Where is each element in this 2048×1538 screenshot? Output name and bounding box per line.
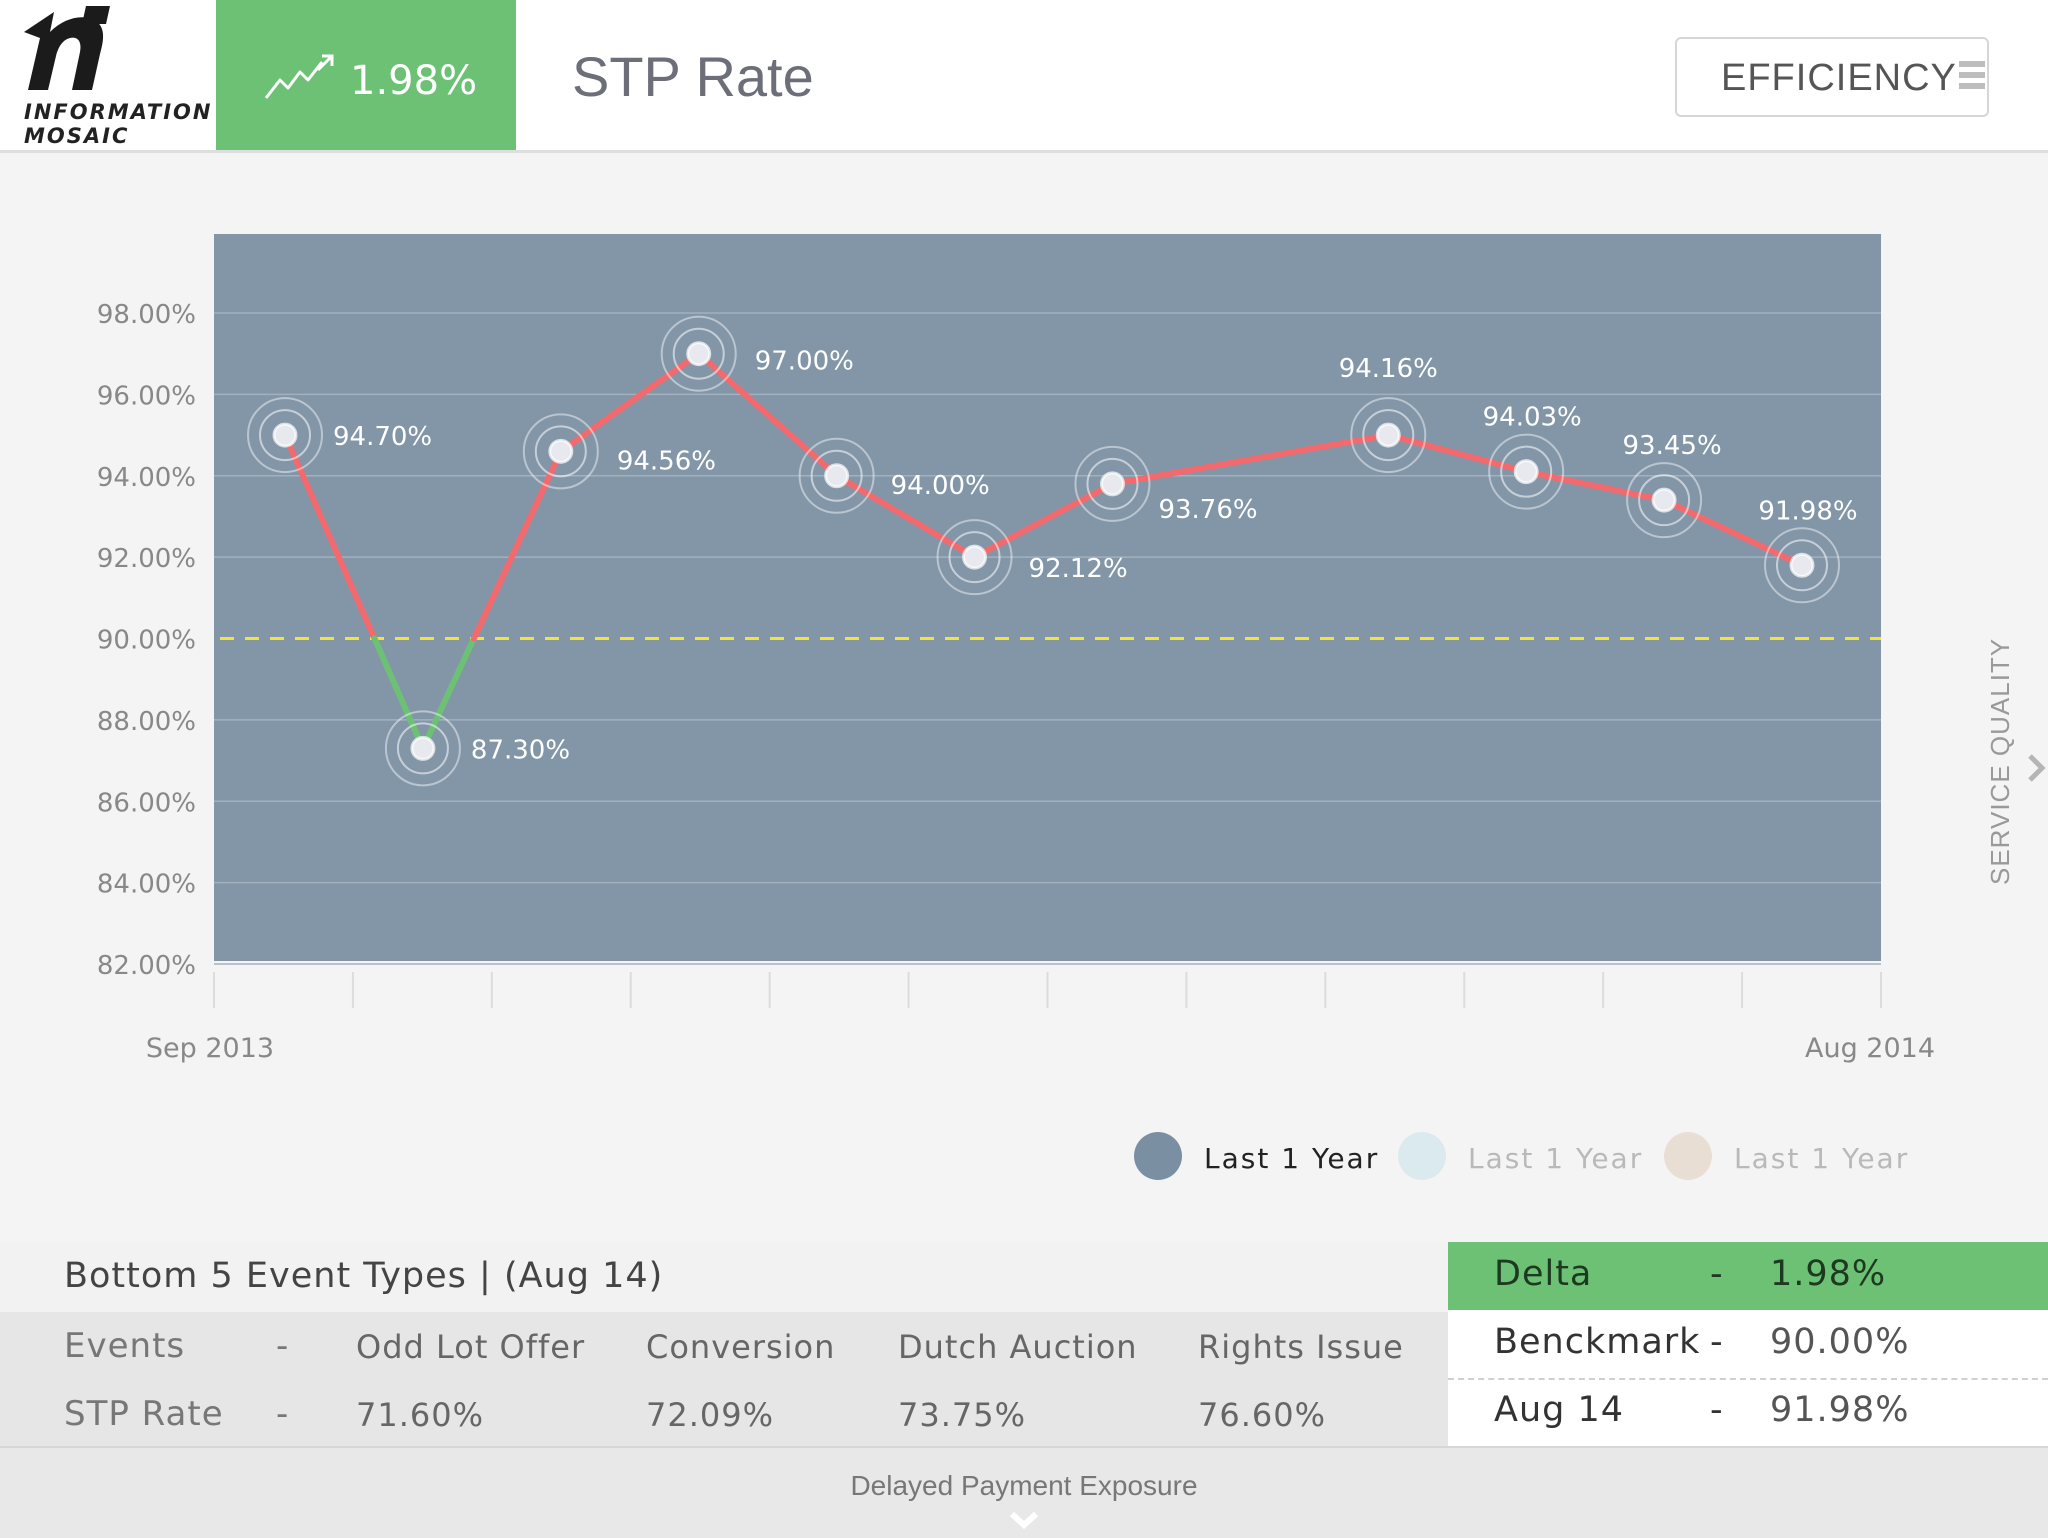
event-rate: 76.60% (1198, 1396, 1327, 1434)
side-nav-service-quality[interactable]: SERVICE QUALITY (1985, 638, 2016, 885)
summary-delta-value: 1.98% (1770, 1254, 1887, 1294)
y-tick-label: 86.00% (97, 788, 196, 818)
summary-current-dash: - (1710, 1390, 1723, 1430)
summary-benchmark-value: 90.00% (1770, 1322, 1910, 1362)
y-tick-label: 98.00% (97, 300, 196, 330)
data-label: 93.45% (1623, 431, 1722, 461)
data-point (962, 544, 988, 570)
stp-row-label: STP Rate (64, 1394, 224, 1434)
bottom-5-table: Events - Odd Lot Offer Conversion Dutch … (0, 1312, 1448, 1446)
chevron-down-icon[interactable] (1008, 1510, 1040, 1530)
summary-current-row: Aug 14 - 91.98% (1448, 1378, 2048, 1446)
trend-up-icon (264, 54, 334, 99)
brand-logo[interactable]: INFORMATION MOSAIC (0, 0, 216, 150)
bottom-5-title-row: Bottom 5 Event Types | (Aug 14) (0, 1242, 1448, 1312)
legend-label: Last 1 Year (1204, 1142, 1380, 1175)
event-name: Dutch Auction (898, 1328, 1138, 1366)
data-point (686, 341, 712, 367)
legend-swatch (1134, 1132, 1182, 1180)
data-label: 94.70% (333, 422, 432, 452)
footer-next-section[interactable]: Delayed Payment Exposure (0, 1446, 2048, 1538)
stp-rate-line-chart: 82.00% 84.00% 86.00% 88.00% 90.00% 92.00% 94.0… (97, 234, 1935, 1064)
data-point (1513, 459, 1539, 485)
bottom-5-event-types-panel: Bottom 5 Event Types | (Aug 14) Events -… (0, 1242, 1448, 1446)
menu-icon (1959, 61, 1985, 94)
data-point (1651, 487, 1677, 513)
y-tick-label: 88.00% (97, 707, 196, 737)
data-point (1099, 471, 1125, 497)
plot-area (214, 234, 1881, 961)
events-row-dash: - (276, 1326, 290, 1366)
brand-name: INFORMATION MOSAIC (24, 100, 212, 148)
summary-current-value: 91.98% (1770, 1390, 1910, 1430)
summary-benchmark-dash: - (1710, 1322, 1723, 1362)
chevron-right-icon[interactable] (2026, 752, 2046, 784)
data-label: 97.00% (755, 347, 854, 377)
header: INFORMATION MOSAIC 1.98% STP Rate EFFICI… (0, 0, 2048, 153)
footer-label: Delayed Payment Exposure (850, 1470, 1198, 1501)
stp-row-dash: - (276, 1394, 290, 1434)
data-point (548, 438, 574, 464)
bottom-5-title: Bottom 5 Event Types | (Aug 14) (64, 1256, 664, 1296)
legend-label: Last 1 Year (1468, 1142, 1644, 1175)
event-name: Odd Lot Offer (356, 1328, 586, 1366)
y-tick-label: 82.00% (97, 951, 196, 981)
summary-current-label: Aug 14 (1494, 1390, 1625, 1430)
legend-swatch (1398, 1132, 1446, 1180)
summary-benchmark-label: Benckmark (1494, 1322, 1701, 1362)
efficiency-button[interactable]: EFFICIENCY (1675, 37, 1989, 117)
event-rate: 72.09% (646, 1396, 775, 1434)
legend-label: Last 1 Year (1734, 1142, 1910, 1175)
data-label: 93.76% (1158, 495, 1257, 525)
data-point (272, 422, 298, 448)
page-title: STP Rate (572, 45, 814, 108)
summary-benchmark-row: Benckmark - 90.00% (1448, 1310, 2048, 1380)
event-name: Conversion (646, 1328, 836, 1366)
data-label: 92.12% (1029, 554, 1128, 584)
data-point (824, 463, 850, 489)
summary-delta-label: Delta (1494, 1254, 1593, 1294)
y-tick-label: 96.00% (97, 381, 196, 411)
y-tick-label: 94.00% (97, 463, 196, 493)
data-label: 94.00% (891, 471, 990, 501)
brand-line-2: MOSAIC (24, 124, 130, 148)
data-point (1375, 422, 1401, 448)
summary-delta-dash: - (1710, 1254, 1723, 1294)
y-tick-label: 90.00% (97, 626, 196, 656)
x-tick-label: Sep 2013 (146, 1033, 274, 1064)
events-row-label: Events (64, 1326, 186, 1366)
legend-swatch (1664, 1132, 1712, 1180)
x-tick-label: Aug 2014 (1805, 1033, 1935, 1064)
data-point (410, 735, 436, 761)
event-rate: 71.60% (356, 1396, 485, 1434)
kpi-delta-box[interactable]: 1.98% (216, 0, 516, 150)
data-label: 91.98% (1758, 496, 1857, 526)
data-label: 94.56% (617, 446, 716, 476)
data-label: 87.30% (471, 735, 570, 765)
summary-panel: Delta - 1.98% Benckmark - 90.00% Aug 14 … (1448, 1242, 2048, 1446)
data-label: 94.03% (1483, 403, 1582, 433)
efficiency-label: EFFICIENCY (1721, 57, 1957, 99)
brand-line-1: INFORMATION (24, 100, 213, 124)
event-rate: 73.75% (898, 1396, 1027, 1434)
y-tick-label: 84.00% (97, 870, 196, 900)
kpi-value: 1.98% (350, 58, 478, 104)
data-point (1789, 552, 1815, 578)
summary-delta-row: Delta - 1.98% (1448, 1242, 2048, 1310)
data-label: 94.16% (1339, 354, 1438, 384)
event-name: Rights Issue (1198, 1328, 1404, 1366)
information-mosaic-logo-icon (24, 6, 110, 90)
y-tick-label: 92.00% (97, 544, 196, 574)
